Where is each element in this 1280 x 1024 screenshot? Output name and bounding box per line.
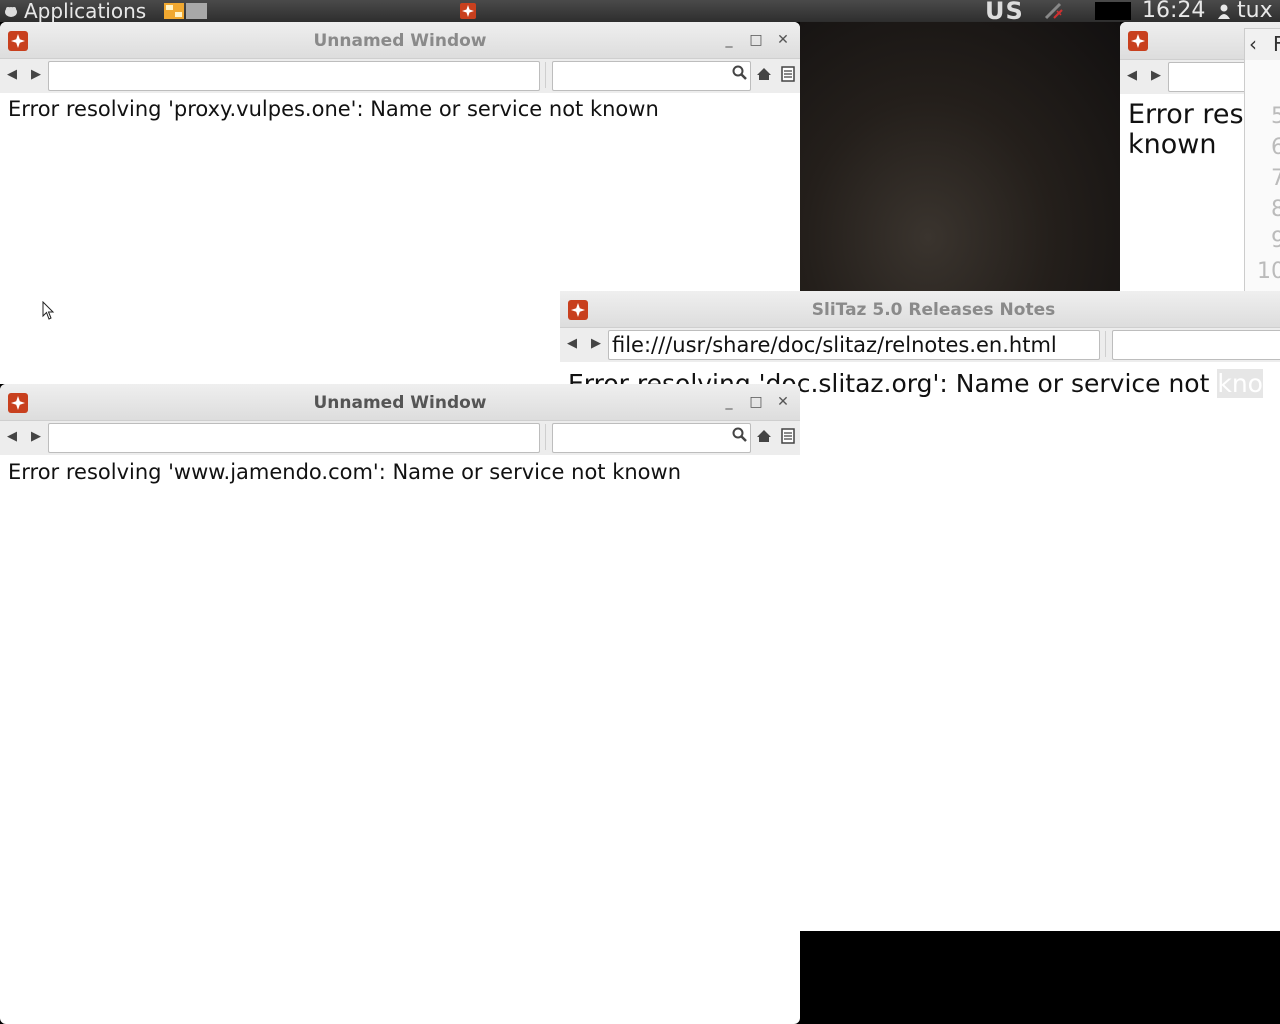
browser-task-icon[interactable]	[459, 0, 477, 22]
search-icon[interactable]	[732, 65, 748, 81]
navigation-toolbar: ◀ ▶ file:///usr/share/doc/slitaz/relnote…	[560, 328, 1280, 362]
workspace-1-button[interactable]	[164, 3, 184, 19]
desktop-wallpaper	[800, 22, 1120, 291]
close-button[interactable]: ✕	[775, 31, 791, 49]
window-titlebar[interactable]: SliTaz 5.0 Releases Notes	[560, 291, 1280, 328]
url-input[interactable]	[48, 61, 540, 91]
forward-arrow-icon[interactable]: ▶	[1148, 68, 1164, 84]
search-icon[interactable]	[732, 427, 748, 443]
browser-window-jamendo[interactable]: Unnamed Window _ □ ✕ ◀ ▶ Error resolving…	[0, 384, 800, 1024]
forward-arrow-icon[interactable]: ▶	[28, 67, 44, 83]
toolbar-separator	[545, 424, 546, 450]
user-icon	[1217, 0, 1231, 22]
home-icon[interactable]	[756, 66, 772, 82]
mouse-cursor-icon	[42, 301, 55, 320]
minimize-button[interactable]: _	[721, 31, 737, 49]
search-input[interactable]	[552, 423, 751, 453]
keyboard-layout-indicator[interactable]: US	[985, 0, 1024, 23]
applications-menu-icon[interactable]	[2, 0, 20, 22]
error-message: Error resolving 'www.jamendo.com': Name …	[8, 460, 682, 484]
url-input[interactable]: file:///usr/share/doc/slitaz/relnotes.en…	[608, 330, 1100, 360]
back-arrow-icon[interactable]: ◀	[4, 67, 20, 83]
network-disconnected-icon[interactable]	[1043, 0, 1065, 22]
line-number-gutter: 5 6 7 8 9 10	[1244, 60, 1280, 291]
close-button[interactable]: ✕	[775, 393, 791, 411]
browser-app-icon	[1128, 31, 1148, 51]
selected-text: kno	[1217, 369, 1263, 398]
back-arrow-icon[interactable]: ◀	[4, 429, 20, 445]
top-panel: Applications US 16:24 tux	[0, 0, 1280, 23]
page-menu-icon[interactable]	[780, 66, 796, 82]
tab-scroll-left-button[interactable]: ‹ F	[1244, 28, 1280, 62]
forward-arrow-icon[interactable]: ▶	[28, 429, 44, 445]
workspace-2-button[interactable]	[186, 3, 207, 19]
window-titlebar[interactable]: Unnamed Window _ □ ✕	[0, 384, 800, 421]
toolbar-separator	[1105, 331, 1106, 357]
error-message: Error resolving 'proxy.vulpes.one': Name…	[8, 97, 659, 121]
search-input[interactable]	[1112, 330, 1280, 360]
clock[interactable]: 16:24	[1142, 0, 1205, 22]
url-input[interactable]	[1168, 62, 1253, 92]
window-title: Unnamed Window	[313, 31, 487, 51]
back-arrow-icon[interactable]: ◀	[564, 336, 580, 352]
maximize-button[interactable]: □	[748, 393, 764, 411]
page-menu-icon[interactable]	[780, 428, 796, 444]
minimize-button[interactable]: _	[721, 393, 737, 411]
toolbar-separator	[545, 62, 546, 88]
navigation-toolbar: ◀ ▶	[0, 421, 800, 455]
maximize-button[interactable]: □	[748, 31, 764, 49]
url-input[interactable]	[48, 423, 540, 453]
window-title: SliTaz 5.0 Releases Notes	[811, 300, 1056, 320]
window-title: Unnamed Window	[313, 393, 487, 413]
tray-box	[1095, 2, 1131, 20]
forward-arrow-icon[interactable]: ▶	[588, 336, 604, 352]
applications-menu-label[interactable]: Applications	[24, 0, 146, 22]
window-titlebar[interactable]: Unnamed Window _ □ ✕	[0, 22, 800, 59]
search-input[interactable]	[552, 61, 751, 91]
back-arrow-icon[interactable]: ◀	[1124, 68, 1140, 84]
navigation-toolbar: ◀ ▶	[0, 59, 800, 93]
home-icon[interactable]	[756, 428, 772, 444]
user-name[interactable]: tux	[1237, 0, 1273, 22]
